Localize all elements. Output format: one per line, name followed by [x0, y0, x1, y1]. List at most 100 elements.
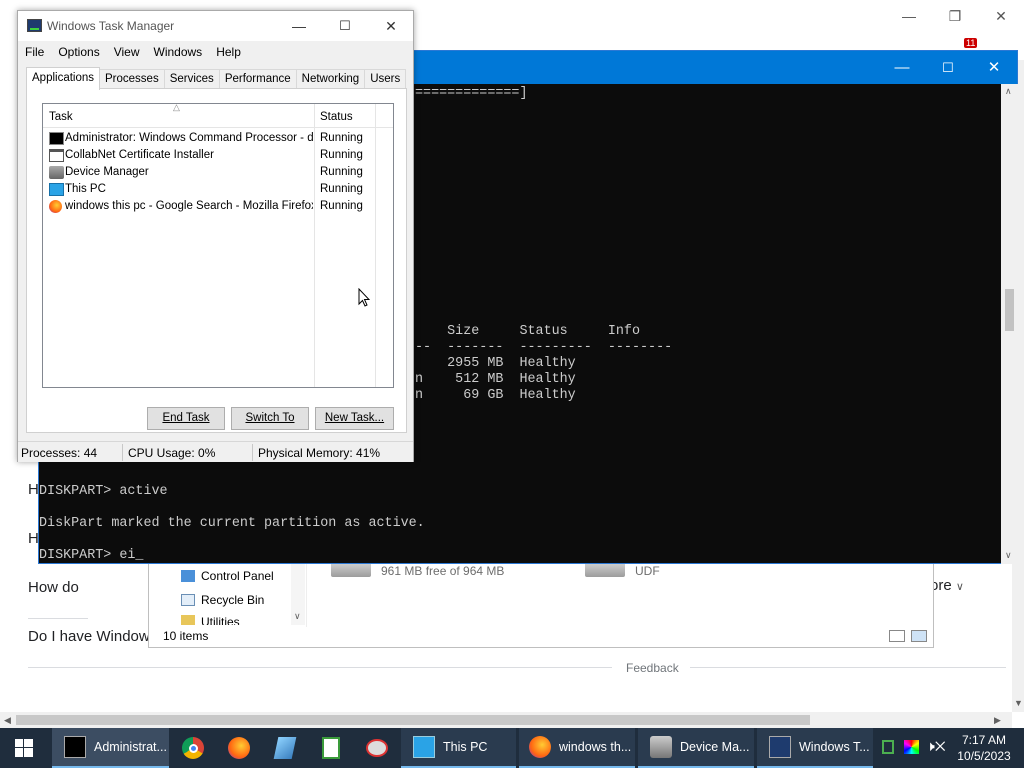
scroll-down-icon[interactable]: ▼: [1014, 698, 1023, 708]
task-status: Running: [320, 132, 363, 144]
start-button[interactable]: [0, 728, 48, 768]
tray-app-icon[interactable]: [882, 740, 894, 754]
menu-windows[interactable]: Windows: [147, 42, 210, 62]
tab-users[interactable]: Users: [364, 69, 407, 89]
status-bar: Processes: 44 CPU Usage: 0% Physical Mem…: [18, 441, 413, 462]
firefox-horizontal-scrollbar[interactable]: ◀ ▶: [0, 712, 1012, 728]
menu-help[interactable]: Help: [209, 42, 248, 62]
column-header-task[interactable]: Task: [49, 111, 73, 123]
volume-muted-icon[interactable]: 🕨✕: [926, 738, 946, 755]
menu-file[interactable]: File: [18, 42, 51, 62]
window-title: Windows Task Manager: [47, 19, 175, 33]
process-count: Processes: 44: [21, 446, 98, 460]
status-divider: [252, 444, 253, 461]
taskbar-pin-firefox[interactable]: [216, 728, 262, 768]
firefox-restore-button[interactable]: ❐: [940, 6, 970, 26]
console-line: -- ------- --------- --------: [415, 340, 673, 355]
table-row[interactable]: CollabNet Certificate Installer Running: [43, 147, 393, 164]
notepad-icon: [273, 737, 297, 759]
nav-item-label: Utilities: [201, 615, 240, 625]
taskbar-pin-app[interactable]: [262, 728, 308, 768]
close-button[interactable]: ✕: [368, 13, 414, 39]
task-list[interactable]: △ Task Status Administrator: Windows Com…: [42, 102, 394, 388]
nav-item-control-panel[interactable]: Control Panel: [181, 569, 274, 583]
scroll-up-icon[interactable]: ∧: [1005, 86, 1012, 97]
more-button[interactable]: ore ∨: [930, 577, 964, 594]
scroll-left-icon[interactable]: ◀: [4, 715, 11, 726]
large-icons-view-icon[interactable]: [911, 630, 927, 642]
tab-services[interactable]: Services: [163, 69, 220, 89]
console-input-line[interactable]: DISKPART> ei_: [39, 548, 143, 563]
new-task-button[interactable]: New Task...: [315, 407, 394, 430]
tab-applications[interactable]: Applications: [26, 67, 101, 90]
task-manager-title-bar[interactable]: Windows Task Manager — ☐ ✕: [18, 11, 413, 41]
taskbar-item-label: This PC: [443, 740, 488, 754]
clock[interactable]: 7:17 AM 10/5/2023: [950, 732, 1018, 764]
device-manager-icon: [650, 736, 672, 758]
menu-options[interactable]: Options: [51, 42, 106, 62]
scroll-thumb[interactable]: [16, 715, 810, 725]
tab-processes[interactable]: Processes: [99, 69, 165, 89]
tab-performance[interactable]: Performance: [218, 69, 297, 89]
cmd-icon: [49, 132, 64, 145]
chevron-down-icon: ∨: [955, 581, 964, 593]
minimize-button[interactable]: —: [276, 13, 322, 39]
device-manager-icon: [49, 166, 64, 179]
taskbar-item-cmd[interactable]: Administrat...: [52, 728, 169, 768]
scroll-right-icon[interactable]: ▶: [994, 715, 1001, 726]
divider: [28, 618, 88, 619]
cmd-close-button[interactable]: ✕: [971, 51, 1017, 84]
column-header-status[interactable]: Status: [320, 111, 353, 123]
nav-pane-scrollbar[interactable]: ∨: [291, 559, 305, 625]
this-pc-icon: [413, 736, 435, 758]
drive-filesystem: UDF: [635, 564, 660, 578]
menu-bar: File Options View Windows Help: [18, 42, 248, 62]
drive-free-space: 961 MB free of 964 MB: [381, 564, 505, 578]
details-view-icon[interactable]: [889, 630, 905, 642]
tray-color-icon[interactable]: [904, 740, 919, 754]
taskbar-item-task-manager[interactable]: Windows T...: [757, 728, 873, 768]
task-status: Running: [320, 200, 363, 212]
nav-item-recycle-bin[interactable]: Recycle Bin: [181, 593, 264, 607]
taskbar-pin-tool[interactable]: [354, 728, 400, 768]
taskbar-item-firefox[interactable]: windows th...: [519, 728, 635, 768]
task-manager-window[interactable]: Windows Task Manager — ☐ ✕ File Options …: [17, 10, 414, 462]
sort-ascending-icon: △: [173, 102, 180, 112]
button-label: End Task: [162, 412, 210, 424]
search-result-text[interactable]: How do: [28, 579, 79, 596]
tab-networking[interactable]: Networking: [295, 69, 366, 89]
explorer-nav-pane: Control Panel Recycle Bin Utilities ∨: [149, 559, 307, 627]
nav-item-label: Recycle Bin: [201, 593, 265, 607]
chrome-icon: [182, 737, 204, 759]
cmd-scrollbar[interactable]: ∧ ∨: [1001, 84, 1018, 564]
end-task-button[interactable]: End Task: [147, 407, 225, 430]
table-row[interactable]: Device Manager Running: [43, 164, 393, 181]
taskbar-pin-chrome[interactable]: [170, 728, 216, 768]
scroll-down-icon[interactable]: ∨: [294, 611, 301, 622]
tab-strip: Applications Processes Services Performa…: [26, 67, 407, 90]
cmd-maximize-button[interactable]: ☐: [925, 51, 971, 84]
maximize-button[interactable]: ☐: [322, 13, 368, 39]
firefox-close-button[interactable]: ✕: [986, 6, 1016, 26]
table-row[interactable]: Administrator: Windows Command Processor…: [43, 130, 393, 147]
nav-item-utilities[interactable]: Utilities: [181, 615, 240, 625]
menu-view[interactable]: View: [107, 42, 147, 62]
scroll-thumb[interactable]: [1005, 289, 1014, 331]
taskbar-pin-editor[interactable]: [308, 728, 354, 768]
table-row[interactable]: This PC Running: [43, 181, 393, 198]
taskbar-item-device-manager[interactable]: Device Ma...: [638, 728, 754, 768]
console-line: =============]: [415, 86, 528, 101]
taskbar-item-this-pc[interactable]: This PC: [401, 728, 516, 768]
task-name: This PC: [65, 183, 106, 195]
firefox-minimize-button[interactable]: —: [894, 6, 924, 26]
table-row[interactable]: windows this pc - Google Search - Mozill…: [43, 198, 393, 215]
this-pc-icon: [49, 183, 64, 196]
switch-to-button[interactable]: Switch To: [231, 407, 309, 430]
search-result-text[interactable]: Do I have Window: [28, 628, 150, 645]
applications-panel: △ Task Status Administrator: Windows Com…: [26, 88, 407, 433]
cmd-minimize-button[interactable]: —: [879, 51, 925, 84]
task-name: Device Manager: [65, 166, 149, 178]
taskbar-item-label: Windows T...: [799, 740, 870, 754]
scroll-down-icon[interactable]: ∨: [1005, 550, 1012, 561]
feedback-link[interactable]: Feedback: [626, 661, 679, 675]
